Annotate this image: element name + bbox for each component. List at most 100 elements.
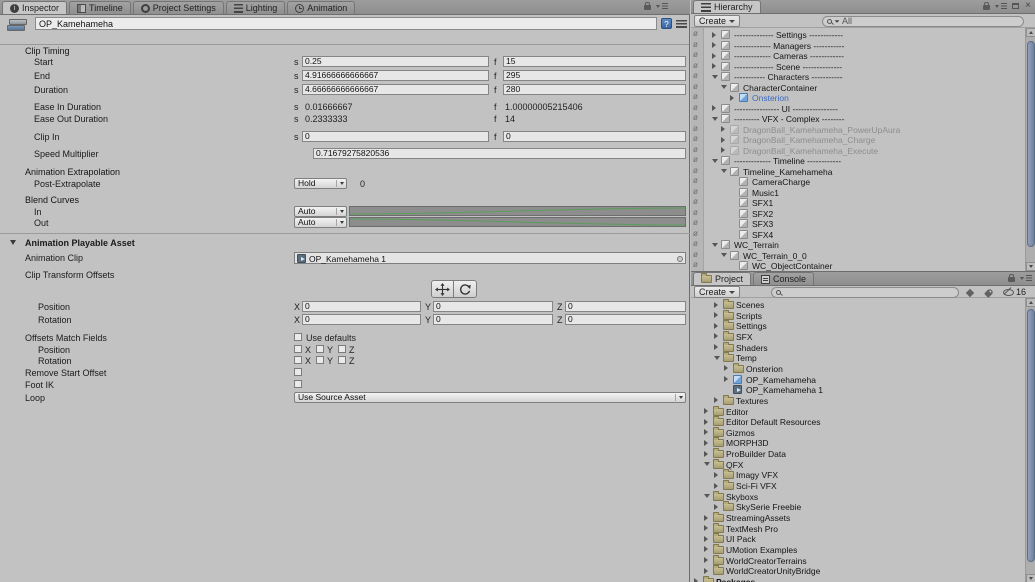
project-item[interactable]: Gizmos [691,426,1025,438]
hierarchy-item[interactable]: WC_Terrain [691,239,1025,250]
position-match-x-checkbox[interactable] [294,345,302,353]
hierarchy-item[interactable]: DragonBall_Kamehameha_Execute [691,145,1025,156]
foldout-open-icon[interactable] [712,158,718,163]
project-search-input[interactable] [771,286,959,298]
project-item[interactable]: Imagy VFX [691,469,1025,480]
hierarchy-item[interactable]: SFX1 [691,197,1025,208]
tab-console[interactable]: Console [753,272,815,285]
project-item[interactable]: Onsterion [691,362,1025,374]
project-item[interactable]: TextMesh Pro [691,522,1025,534]
hierarchy-item[interactable]: WC_ObjectContainer [691,260,1025,271]
foldout-closed-icon[interactable] [704,408,708,414]
foldout-open-icon[interactable] [721,169,727,173]
presets-icon[interactable] [676,20,687,28]
close-icon[interactable] [1024,2,1032,10]
project-item[interactable]: Settings [691,320,1025,331]
visibility-toggle-icon[interactable] [693,187,698,196]
visibility-toggle-icon[interactable] [693,40,698,49]
tab-animation[interactable]: Animation [287,1,356,14]
foldout-closed-icon[interactable] [712,63,716,69]
foldout-closed-icon[interactable] [704,514,708,521]
scroll-up-button[interactable] [1026,298,1035,307]
tab-project[interactable]: Project [693,272,752,285]
visibility-toggle-icon[interactable] [693,250,698,259]
project-item[interactable]: Skyboxs [691,490,1025,502]
hidden-packages-icon[interactable] [1003,287,1014,297]
scroll-up-button[interactable] [1026,28,1035,37]
blend-out-dropdown[interactable]: Auto [294,217,347,228]
visibility-toggle-icon[interactable] [693,82,698,91]
foldout-open-icon[interactable] [10,240,16,245]
blend-out-curve-preview[interactable] [349,217,686,227]
panel-menu-icon[interactable] [1020,274,1032,282]
end-frames-field[interactable]: 295 [503,70,686,81]
hierarchy-item[interactable]: Timeline_Kamehameha [691,166,1025,177]
panel-menu-icon[interactable] [995,2,1007,10]
foldout-closed-icon[interactable] [724,365,728,372]
project-scrollbar[interactable] [1025,298,1035,582]
foldout-closed-icon[interactable] [694,578,698,582]
visibility-toggle-icon[interactable] [693,260,698,269]
tab-timeline[interactable]: Timeline [69,1,131,14]
duration-frames-field[interactable]: 280 [503,84,686,95]
tab-inspector[interactable]: Inspector [2,1,68,14]
visibility-toggle-icon[interactable] [693,103,698,112]
foldout-closed-icon[interactable] [721,126,725,132]
loop-dropdown[interactable]: Use Source Asset [294,392,686,403]
position-y-field[interactable]: 0 [433,301,553,312]
search-by-label-icon[interactable] [984,288,994,298]
start-seconds-field[interactable]: 0.25 [302,56,489,67]
project-item[interactable]: ProBuilder Data [691,448,1025,459]
lock-icon[interactable] [983,2,990,10]
foldout-closed-icon[interactable] [730,94,734,101]
hierarchy-item[interactable]: Music1 [691,187,1025,198]
project-item[interactable]: SkySerie Freebie [691,501,1025,512]
foldout-closed-icon[interactable] [721,147,725,153]
foldout-closed-icon[interactable] [704,535,708,542]
project-item[interactable]: Editor [691,405,1025,417]
visibility-toggle-icon[interactable] [693,124,698,133]
hierarchy-item[interactable]: CharacterContainer [691,82,1025,93]
position-x-field[interactable]: 0 [302,301,421,312]
foldout-closed-icon[interactable] [714,503,718,510]
blend-in-dropdown[interactable]: Auto [294,206,347,217]
visibility-toggle-icon[interactable] [693,92,698,101]
hierarchy-item[interactable]: ---------------- UI ---------------- [691,103,1025,114]
foldout-open-icon[interactable] [712,116,718,121]
foldout-closed-icon[interactable] [724,376,728,383]
project-item[interactable]: Editor Default Resources [691,416,1025,427]
post-extrapolate-dropdown[interactable]: Hold [294,178,347,189]
visibility-toggle-icon[interactable] [693,229,698,238]
foldout-open-icon[interactable] [721,85,727,89]
rotation-z-field[interactable]: 0 [565,314,686,325]
foldout-closed-icon[interactable] [704,557,708,564]
end-seconds-field[interactable]: 4.91666666666667 [302,70,489,81]
project-item[interactable]: Temp [691,352,1025,363]
foldout-closed-icon[interactable] [704,450,708,457]
tab-project-settings[interactable]: Project Settings [132,1,224,14]
foldout-closed-icon[interactable] [704,429,708,436]
foldout-open-icon[interactable] [721,253,727,257]
blend-in-curve-preview[interactable] [349,206,686,216]
foldout-open-icon[interactable] [714,355,720,360]
visibility-toggle-icon[interactable] [693,239,698,248]
project-item[interactable]: Sci-Fi VFX [691,480,1025,491]
scroll-down-button[interactable] [1026,574,1035,582]
lock-icon[interactable] [1008,274,1015,282]
hierarchy-item[interactable]: CameraCharge [691,176,1025,187]
hierarchy-item[interactable]: ------------- Managers ----------- [691,40,1025,51]
foldout-closed-icon[interactable] [704,439,708,446]
foldout-open-icon[interactable] [712,242,718,247]
foldout-closed-icon[interactable] [714,344,718,351]
hierarchy-item[interactable]: WC_Terrain_0_0 [691,250,1025,261]
duration-seconds-field[interactable]: 4.66666666666667 [302,84,489,95]
create-button[interactable]: Create [694,286,741,298]
foldout-closed-icon[interactable] [704,418,708,425]
foldout-closed-icon[interactable] [714,312,718,319]
foldout-closed-icon[interactable] [704,567,708,574]
hierarchy-search-input[interactable]: All [822,15,1024,27]
hierarchy-item[interactable]: DragonBall_Kamehameha_PowerUpAura [691,124,1025,135]
project-item[interactable]: Shaders [691,341,1025,353]
foldout-closed-icon[interactable] [714,301,718,308]
visibility-toggle-icon[interactable] [693,50,698,59]
